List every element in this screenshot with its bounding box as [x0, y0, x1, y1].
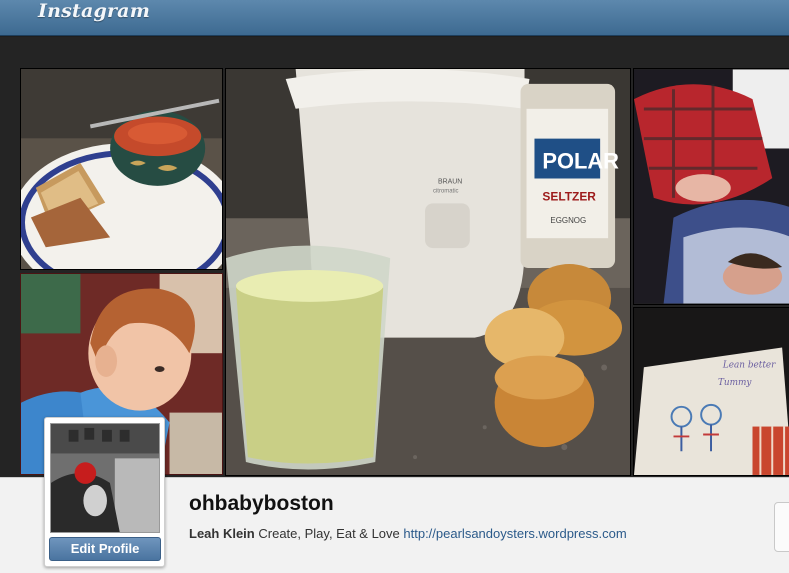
- soup-sandwich-image: [21, 69, 222, 269]
- photo-juicer[interactable]: BRAUN citromatic POLAR SELTZER EGGNOG: [225, 68, 631, 476]
- profile-bio-text: Create, Play, Eat & Love: [258, 526, 400, 541]
- juicer-model: citromatic: [433, 188, 459, 194]
- bottle-flavor: EGGNOG: [550, 216, 586, 225]
- photo-drawing[interactable]: Lean better Tummy: [633, 307, 789, 476]
- profile-bio: Leah Klein Create, Play, Eat & Love http…: [189, 526, 627, 541]
- juicer-image: BRAUN citromatic POLAR SELTZER EGGNOG: [226, 69, 630, 475]
- profile-full-name: Leah Klein: [189, 526, 255, 541]
- top-bar: Instagram: [0, 0, 789, 36]
- note-line-2: Tummy: [718, 378, 752, 388]
- bottle-brand: POLAR: [542, 149, 619, 174]
- note-line-1: Lean better: [722, 360, 776, 370]
- photo-soup-sandwich[interactable]: [20, 68, 223, 270]
- photo-sleeping[interactable]: [633, 68, 789, 305]
- follow-panel-button[interactable]: [774, 502, 789, 552]
- avatar-image: [51, 424, 159, 532]
- edit-profile-button[interactable]: Edit Profile: [49, 537, 161, 561]
- profile-website-link[interactable]: http://pearlsandoysters.wordpress.com: [403, 526, 626, 541]
- bottle-type: SELTZER: [542, 189, 596, 203]
- profile-card: Edit Profile: [44, 417, 165, 567]
- sleeping-image: [634, 69, 789, 304]
- instagram-logo[interactable]: Instagram: [38, 0, 150, 22]
- avatar[interactable]: [50, 423, 160, 533]
- drawing-image: Lean better Tummy: [634, 308, 789, 475]
- photo-collage: BRAUN citromatic POLAR SELTZER EGGNOG Le…: [0, 37, 789, 477]
- juicer-brand: BRAUN: [438, 178, 462, 185]
- profile-username: ohbabyboston: [189, 492, 334, 515]
